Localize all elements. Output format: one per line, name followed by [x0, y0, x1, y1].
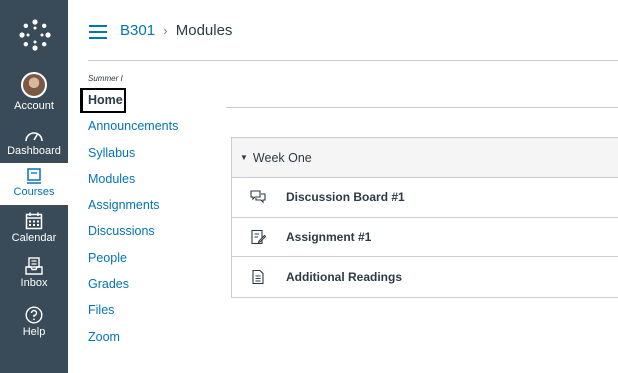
course-nav-people[interactable]: People [88, 249, 218, 275]
canvas-logo-icon[interactable] [17, 17, 53, 53]
page-icon [252, 269, 264, 284]
content-divider [226, 107, 618, 108]
courses-icon [27, 168, 41, 184]
module-header[interactable]: ▼ Week One [232, 138, 618, 178]
breadcrumb-course-link[interactable]: B301 [120, 22, 155, 39]
course-nav: Summer I Home Announcements Syllabus Mod… [80, 74, 218, 354]
dashboard-icon [25, 132, 43, 142]
breadcrumb-current-page: Modules [175, 22, 233, 39]
page-header: B301 › Modules [68, 0, 618, 62]
discussion-icon [250, 190, 266, 204]
header-divider [88, 60, 618, 61]
calendar-icon [25, 212, 43, 230]
course-term: Summer I [88, 74, 123, 83]
module-item[interactable]: Discussion Board #1 [232, 178, 618, 218]
nav-inbox-label: Inbox [20, 277, 48, 289]
assignment-icon [251, 229, 266, 244]
nav-courses[interactable]: Courses [0, 163, 68, 205]
course-nav-announcements[interactable]: Announcements [88, 117, 218, 143]
module-item[interactable]: Additional Readings [232, 257, 618, 297]
breadcrumb: B301 › Modules [120, 22, 232, 39]
help-icon [25, 306, 43, 324]
nav-help-label: Help [22, 326, 46, 338]
nav-dashboard-label: Dashboard [7, 145, 61, 157]
nav-calendar[interactable]: Calendar [0, 212, 68, 244]
course-nav-grades[interactable]: Grades [88, 275, 218, 301]
module-item-title[interactable]: Additional Readings [286, 270, 402, 284]
module-item-title[interactable]: Discussion Board #1 [286, 190, 405, 204]
nav-account[interactable]: Account [0, 72, 68, 112]
course-nav-assignments[interactable]: Assignments [88, 196, 218, 222]
breadcrumb-separator: › [163, 23, 168, 38]
active-indicator [80, 88, 83, 113]
course-nav-modules[interactable]: Modules [88, 170, 218, 196]
nav-inbox[interactable]: Inbox [0, 257, 68, 289]
course-nav-discussions[interactable]: Discussions [88, 222, 218, 248]
course-nav-files[interactable]: Files [88, 301, 218, 327]
hamburger-menu-icon[interactable] [89, 25, 107, 39]
course-nav-syllabus[interactable]: Syllabus [88, 144, 218, 170]
nav-help[interactable]: Help [0, 306, 68, 338]
avatar [21, 72, 47, 98]
module-item-title[interactable]: Assignment #1 [286, 230, 371, 244]
module-title: Week One [252, 150, 312, 165]
course-nav-zoom[interactable]: Zoom [88, 328, 218, 354]
nav-calendar-label: Calendar [11, 232, 57, 244]
nav-courses-label: Courses [13, 186, 55, 198]
nav-dashboard[interactable]: Dashboard [0, 127, 68, 157]
module-week-one: ▼ Week One Discussion Board #1 Assignmen… [231, 137, 618, 298]
global-nav: Account Dashboard Courses Calendar Inbox… [0, 0, 68, 373]
collapse-triangle-icon[interactable]: ▼ [240, 153, 248, 162]
inbox-icon [25, 257, 43, 275]
module-item[interactable]: Assignment #1 [232, 218, 618, 257]
focus-outline [80, 88, 126, 113]
nav-account-label: Account [14, 100, 54, 112]
course-nav-home[interactable]: Home [80, 88, 218, 117]
